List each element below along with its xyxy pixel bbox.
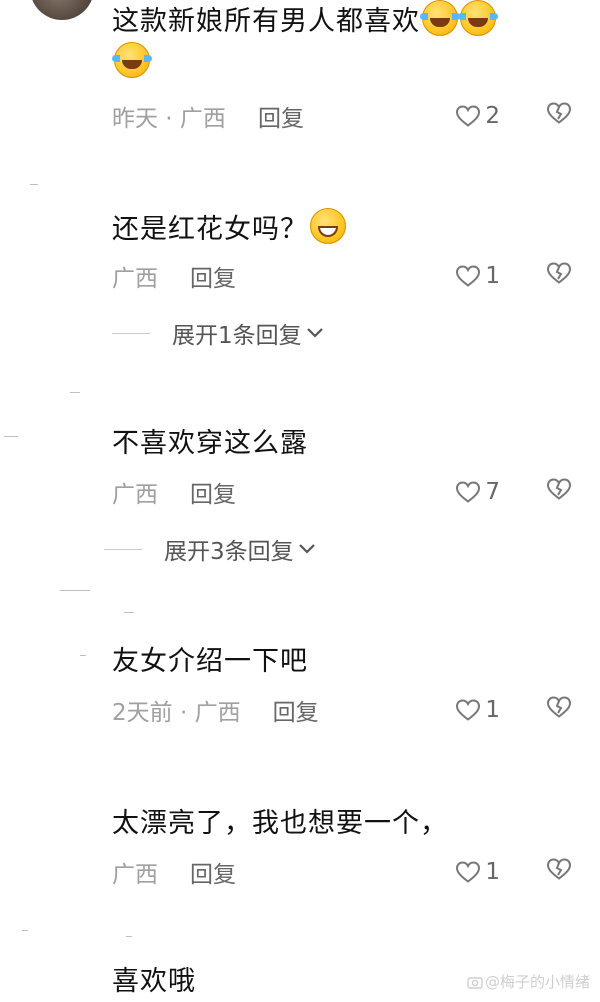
comment-text-wrap: 这款新娘所有男人都喜欢: [112, 0, 572, 84]
broken-heart-icon: [546, 262, 572, 284]
dislike-button[interactable]: [546, 101, 572, 131]
expand-replies-label: 展开1条回复: [172, 323, 302, 349]
like-count: 7: [485, 479, 500, 505]
comment-item: 这款新娘所有男人都喜欢 昨天 · 广西 回复 2: [112, 0, 572, 140]
comment-text-wrap: 还是红花女吗？: [112, 208, 572, 250]
comment-location: 广西: [112, 266, 158, 292]
reply-button[interactable]: 回复: [190, 259, 236, 293]
like-count: 1: [485, 859, 500, 885]
comment-text: 喜欢哦: [112, 966, 196, 997]
dislike-button[interactable]: [546, 261, 572, 291]
like-button[interactable]: 1: [455, 263, 500, 289]
expand-replies-label: 展开3条回复: [164, 539, 294, 565]
like-count: 1: [485, 263, 500, 289]
comment-text: 还是红花女吗？: [112, 214, 308, 245]
reply-button[interactable]: 回复: [258, 99, 304, 133]
rolling-laughing-emoji: [458, 0, 498, 36]
heart-icon: [456, 861, 481, 883]
broken-heart-icon: [546, 478, 572, 500]
like-count: 1: [485, 697, 500, 723]
comment-meta: 广西 回复 1: [112, 854, 572, 890]
dislike-button[interactable]: [546, 477, 572, 507]
like-button[interactable]: 1: [455, 859, 500, 885]
comment-location: 广西: [112, 862, 158, 888]
reply-button[interactable]: 回复: [273, 693, 319, 727]
divider-speck: [126, 936, 132, 937]
divider-speck: [70, 392, 80, 393]
comment-meta: 广西 回复 7: [112, 474, 572, 510]
watermark: @梅子的小情绪: [467, 971, 590, 992]
expand-replies-button[interactable]: 展开1条回复: [112, 316, 324, 350]
broken-heart-icon: [546, 102, 572, 124]
heart-icon: [456, 699, 481, 721]
comment-text: 太漂亮了，我也想要一个，: [112, 808, 448, 839]
comment-time-location: 昨天 · 广西: [112, 106, 226, 132]
comment-time-location: 2天前 · 广西: [112, 700, 241, 726]
dislike-button[interactable]: [546, 857, 572, 887]
rolling-laughing-emoji: [420, 0, 460, 36]
divider-speck: [80, 655, 86, 656]
comment-location: 广西: [112, 482, 158, 508]
divider-speck: [4, 436, 18, 437]
like-button[interactable]: 1: [455, 697, 500, 723]
comment-text-wrap: 太漂亮了，我也想要一个，: [112, 804, 572, 844]
chevron-down-icon: [306, 328, 323, 338]
rolling-laughing-emoji: [112, 42, 152, 78]
heart-icon: [456, 105, 481, 127]
comment-text-wrap: 友女介绍一下吧: [112, 642, 572, 682]
broken-heart-icon: [546, 858, 572, 880]
reply-button[interactable]: 回复: [190, 855, 236, 889]
divider-line: [104, 548, 142, 550]
chevron-down-icon: [298, 544, 315, 554]
comment-item: 太漂亮了，我也想要一个， 广西 回复 1: [112, 804, 572, 904]
comment-meta: 昨天 · 广西 回复 2: [112, 98, 572, 134]
divider-speck: [30, 184, 38, 185]
heart-icon: [456, 481, 481, 503]
comment-item: 友女介绍一下吧 2天前 · 广西 回复 1: [112, 642, 572, 742]
heart-icon: [456, 265, 481, 287]
comment-text: 友女介绍一下吧: [112, 646, 308, 677]
watermark-text: @梅子的小情绪: [484, 973, 590, 991]
divider-line: [112, 332, 150, 334]
like-button[interactable]: 2: [455, 103, 500, 129]
expand-replies-button[interactable]: 展开3条回复: [104, 532, 316, 566]
grinning-emoji: [310, 208, 346, 244]
divider-speck: [60, 590, 90, 591]
dislike-button[interactable]: [546, 695, 572, 725]
divider-speck: [22, 930, 28, 931]
comment-text: 这款新娘所有男人都喜欢: [112, 6, 420, 37]
comment-text-wrap: 不喜欢穿这么露: [112, 424, 572, 464]
like-count: 2: [485, 103, 500, 129]
avatar[interactable]: [30, 0, 94, 20]
comment-meta: 2天前 · 广西 回复 1: [112, 692, 572, 728]
like-button[interactable]: 7: [455, 479, 500, 505]
comment-text: 不喜欢穿这么露: [112, 428, 308, 459]
reply-button[interactable]: 回复: [190, 475, 236, 509]
divider-speck: [124, 612, 134, 613]
broken-heart-icon: [546, 696, 572, 718]
camera-icon: [467, 976, 483, 989]
comment-meta: 广西 回复 1: [112, 258, 572, 294]
